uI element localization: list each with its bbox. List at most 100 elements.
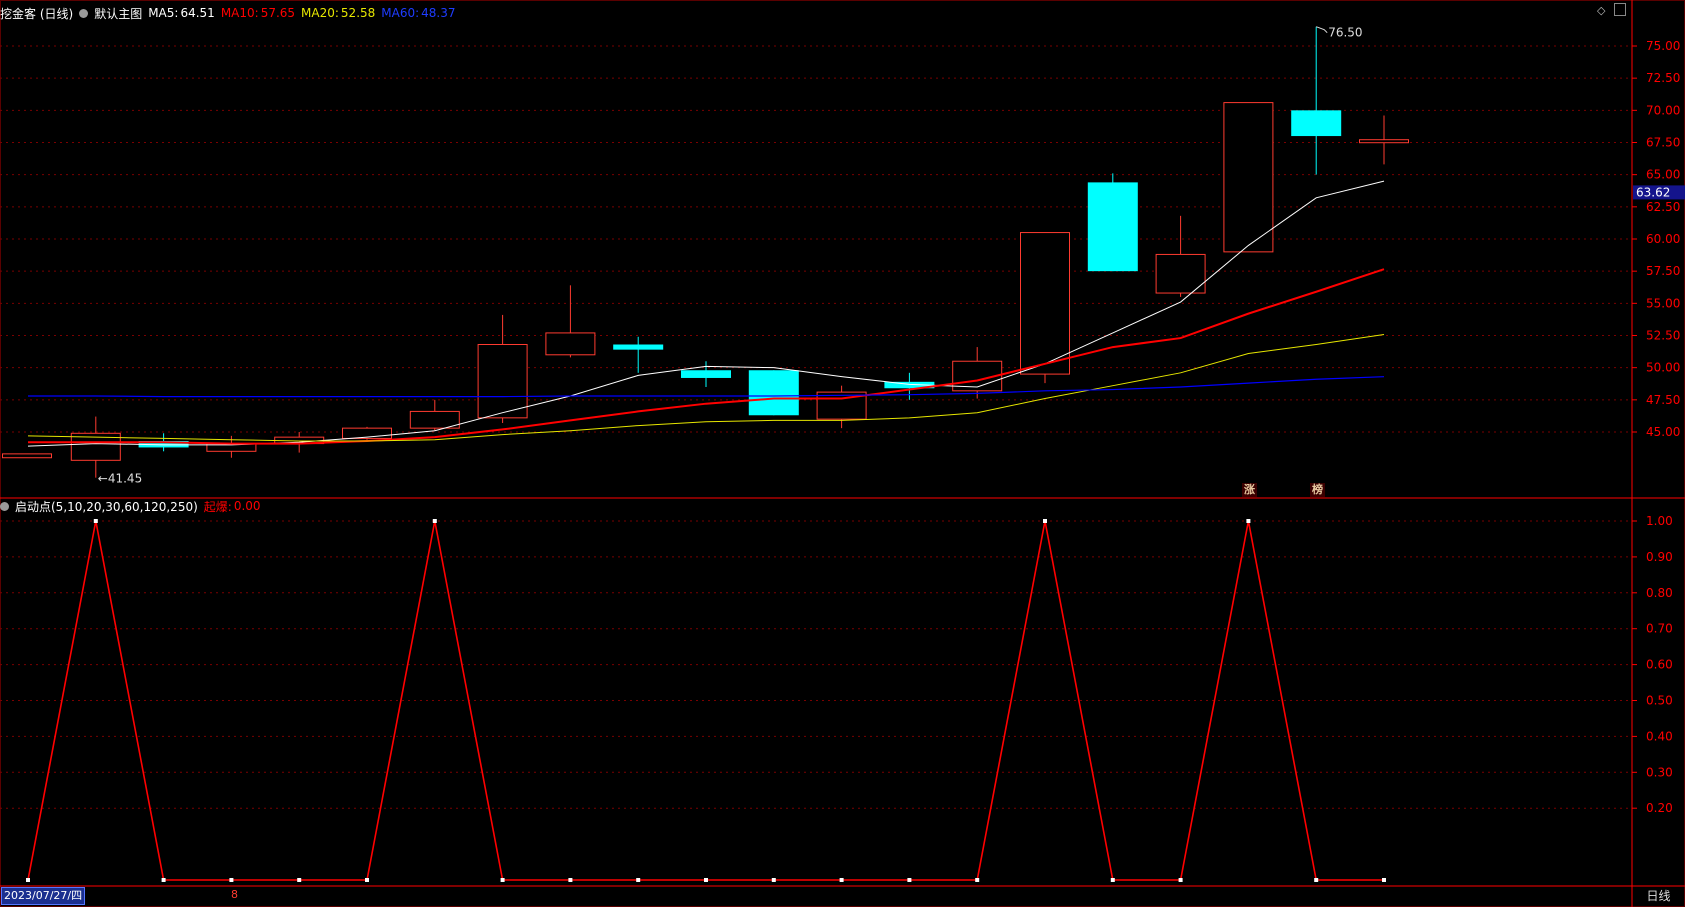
indicator-tick-label: 1.00 — [1646, 514, 1673, 528]
candle-body — [613, 344, 664, 350]
indicator-name[interactable]: 启动点(5,10,20,30,60,120,250) — [15, 498, 198, 515]
candle-body — [1020, 232, 1070, 375]
indicator-tick-label: 0.90 — [1646, 550, 1673, 564]
main-tick-label: 57.50 — [1646, 264, 1680, 278]
signal-point — [1178, 878, 1183, 882]
signal-point — [1246, 519, 1251, 523]
template-label[interactable]: 默认主图 — [94, 5, 142, 22]
period-label[interactable]: 日线 — [1632, 887, 1685, 905]
main-tick-label: 62.50 — [1646, 200, 1680, 214]
candle-body — [1223, 102, 1274, 253]
candle — [545, 285, 596, 358]
stock-title[interactable]: 挖金客 (日线) — [0, 5, 73, 22]
ma20-value: 52.58 — [340, 6, 376, 20]
ma5-label: MA5: — [148, 6, 179, 20]
ma-line-ma20 — [27, 333, 1385, 442]
signal-point — [297, 878, 302, 882]
candle-body — [681, 370, 731, 378]
diamond-icon[interactable]: ◇ — [1597, 4, 1605, 17]
signal-point — [975, 878, 980, 882]
candle — [1291, 26, 1342, 175]
signal-line — [27, 520, 1384, 881]
candle-body — [1359, 139, 1409, 144]
candle-body — [477, 344, 528, 419]
candle-body — [409, 410, 460, 429]
candle-body — [748, 370, 799, 416]
candle-body — [545, 332, 596, 356]
signal-point — [1382, 878, 1386, 882]
main-tick-label: 65.00 — [1646, 168, 1680, 182]
candle — [477, 314, 528, 423]
signal-point — [704, 878, 708, 882]
signal-point — [1314, 878, 1319, 882]
main-tick-label: 55.00 — [1646, 296, 1680, 310]
zhang-tag[interactable]: 涨 — [1242, 483, 1257, 497]
main-tick-label: 47.50 — [1646, 393, 1680, 407]
outer-frame — [0, 0, 1685, 907]
ma5-value: 64.51 — [180, 6, 215, 20]
template-dot-icon[interactable] — [79, 8, 89, 18]
main-tick-label: 52.50 — [1646, 328, 1680, 342]
main-tick-label: 67.50 — [1646, 135, 1680, 149]
candle — [1155, 215, 1206, 297]
main-tick-label: 50.00 — [1646, 361, 1680, 375]
ma10-label: MA10: — [220, 6, 259, 20]
axis-marker: 8 — [231, 888, 238, 901]
signal-label: 起爆: — [203, 499, 232, 514]
candle-body — [2, 453, 52, 459]
bang-tag[interactable]: 榜 — [1310, 483, 1325, 497]
signal-point — [432, 519, 437, 523]
signal-point — [636, 878, 641, 882]
signal-point — [500, 878, 505, 882]
signal-point — [568, 878, 573, 882]
indicator-tick-label: 0.60 — [1646, 658, 1673, 672]
ma60-label: MA60: — [381, 6, 420, 20]
candle-body — [1291, 110, 1342, 137]
candle — [681, 361, 731, 387]
main-tick-label: 75.00 — [1646, 39, 1680, 53]
panel-toggle-icon[interactable] — [1614, 3, 1626, 16]
main-chart-header: 挖金客 (日线) 默认主图 MA5: 64.51 MA10: 57.65 MA2… — [0, 5, 462, 21]
indicator-tick-label: 0.70 — [1646, 622, 1673, 636]
candle-body — [1087, 182, 1138, 272]
candle — [342, 426, 392, 440]
current-price-label: 63.62 — [1636, 185, 1670, 199]
ma10-value: 57.65 — [260, 6, 296, 20]
chart-canvas: 45.00 47.50 50.00 52.50 55.00 57.50 60.00 62.50… — [0, 0, 1685, 907]
indicator-header: 启动点(5,10,20,30,60,120,250) 起爆: 0.00 — [0, 498, 267, 514]
signal-point — [839, 878, 844, 882]
main-tick-label: 60.00 — [1646, 232, 1680, 246]
candle — [952, 347, 1003, 399]
signal-point — [161, 878, 166, 882]
ma20-label: MA20: — [301, 6, 339, 20]
main-tick-label: 45.00 — [1646, 425, 1680, 439]
signal-point — [1110, 878, 1115, 882]
signal-point — [93, 519, 98, 523]
signal-point — [907, 878, 912, 882]
candle — [1087, 173, 1138, 272]
main-tick-label: 72.50 — [1646, 71, 1680, 85]
signal-point — [365, 878, 369, 882]
candle — [70, 416, 121, 478]
signal-point — [26, 878, 30, 882]
low-price-label: ←41.45 — [98, 472, 142, 486]
indicator-tick-label: 0.20 — [1646, 801, 1673, 815]
candle — [748, 370, 799, 416]
candle — [816, 385, 867, 429]
main-tick-label: 70.00 — [1646, 103, 1680, 117]
candle — [1359, 115, 1409, 165]
high-pointer — [1316, 26, 1328, 34]
signal-point — [771, 878, 776, 882]
candle — [2, 453, 52, 459]
indicator-dot-icon[interactable] — [0, 501, 9, 511]
signal-point — [229, 878, 234, 882]
indicator-tick-label: 0.80 — [1646, 586, 1673, 600]
signal-value: 0.00 — [233, 499, 261, 513]
indicator-tick-label: 0.50 — [1646, 694, 1673, 708]
indicator-tick-label: 0.30 — [1646, 765, 1673, 779]
indicator-tick-label: 0.40 — [1646, 729, 1673, 743]
signal-point — [1043, 519, 1047, 523]
candle — [1223, 102, 1274, 253]
date-cursor-label: 2023/07/27/四 — [1, 887, 86, 905]
ma60-value: 48.37 — [421, 6, 456, 20]
